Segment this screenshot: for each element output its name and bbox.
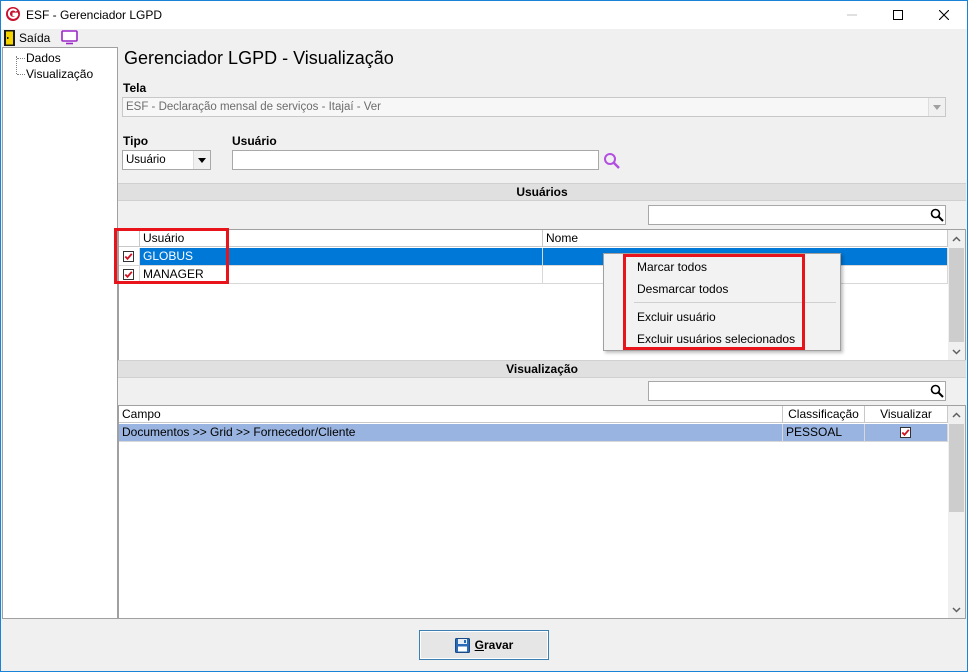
- chevron-up-icon: [952, 235, 961, 242]
- tela-value: ESF - Declaração mensal de serviços - It…: [126, 101, 382, 113]
- scroll-up-button[interactable]: [948, 406, 965, 423]
- menu-item-marcar-todos[interactable]: Marcar todos: [637, 260, 707, 274]
- row-check-cell[interactable]: [119, 248, 140, 266]
- view-filter-input[interactable]: [648, 381, 946, 401]
- cell-usuario: MANAGER: [140, 266, 543, 284]
- tree-item-dados[interactable]: Dados: [26, 51, 61, 65]
- scroll-up-button[interactable]: [948, 230, 965, 247]
- door-exit-icon: [4, 30, 15, 46]
- scroll-down-button[interactable]: [948, 601, 965, 618]
- menu-separator: [634, 302, 836, 303]
- chevron-down-icon: [952, 348, 961, 355]
- users-filter-input[interactable]: [648, 205, 946, 225]
- tela-combobox[interactable]: ESF - Declaração mensal de serviços - It…: [122, 97, 946, 117]
- menu-item-desmarcar-todos[interactable]: Desmarcar todos: [637, 282, 728, 296]
- cell-visualizar[interactable]: [865, 424, 948, 442]
- chevron-up-icon: [952, 411, 961, 418]
- minimize-icon: [847, 14, 857, 16]
- view-grid-header: Campo Classificação Visualizar: [119, 406, 948, 423]
- column-header-classificacao[interactable]: Classificação: [783, 406, 865, 423]
- dropdown-arrow[interactable]: [928, 98, 945, 116]
- view-section-header: Visualização: [118, 360, 966, 378]
- tree-item-visualizacao[interactable]: Visualização: [26, 67, 93, 81]
- column-header-campo[interactable]: Campo: [119, 406, 783, 423]
- table-row[interactable]: Documentos >> Grid >> Fornecedor/Cliente…: [119, 424, 948, 442]
- save-button[interactable]: Gravar: [419, 630, 549, 660]
- usuario-input[interactable]: [232, 150, 599, 170]
- menu-bar: Saída: [1, 29, 967, 47]
- exit-label: Saída: [19, 31, 51, 45]
- checkbox-checked-icon[interactable]: [123, 269, 134, 280]
- view-filter-search-button[interactable]: [927, 381, 947, 401]
- close-icon: [939, 10, 949, 20]
- dropdown-arrow[interactable]: [193, 151, 210, 169]
- column-header-nome[interactable]: Nome: [543, 230, 948, 247]
- tipo-value: Usuário: [126, 154, 166, 166]
- chevron-down-icon: [198, 157, 206, 163]
- cell-classificacao: PESSOAL: [783, 424, 865, 442]
- scroll-thumb[interactable]: [949, 424, 964, 512]
- column-header-visualizar[interactable]: Visualizar: [865, 406, 948, 423]
- users-section-header: Usuários: [118, 183, 966, 201]
- checkbox-checked-icon[interactable]: [123, 251, 134, 262]
- row-check-cell[interactable]: [119, 266, 140, 284]
- users-grid-scrollbar[interactable]: [948, 230, 965, 360]
- users-grid-header: Usuário Nome: [119, 230, 948, 247]
- chevron-down-icon: [952, 606, 961, 613]
- tipo-label: Tipo: [123, 134, 149, 148]
- save-button-rest: ravar: [483, 638, 514, 652]
- search-icon: [604, 153, 620, 169]
- scroll-down-button[interactable]: [948, 343, 965, 360]
- minimize-button[interactable]: [829, 1, 875, 29]
- window-title: ESF - Gerenciador LGPD: [26, 8, 163, 22]
- save-button-accel: G: [474, 638, 484, 652]
- column-header-usuario[interactable]: Usuário: [140, 230, 543, 247]
- title-bar: ESF - Gerenciador LGPD: [1, 1, 967, 29]
- cell-campo: Documentos >> Grid >> Fornecedor/Cliente: [119, 424, 783, 442]
- cell-usuario: GLOBUS: [140, 248, 543, 266]
- close-button[interactable]: [921, 1, 967, 29]
- tree-connector: [17, 58, 25, 59]
- tree-connector: [17, 74, 25, 75]
- usuario-search-button[interactable]: [602, 151, 622, 171]
- search-icon: [930, 384, 944, 398]
- view-grid[interactable]: Campo Classificação Visualizar Documento…: [118, 405, 966, 619]
- search-icon: [930, 208, 944, 222]
- exit-menu-item[interactable]: Saída: [4, 30, 50, 46]
- view-grid-scrollbar[interactable]: [948, 406, 965, 618]
- floppy-disk-icon: [454, 637, 470, 653]
- maximize-button[interactable]: [875, 1, 921, 29]
- menu-item-excluir-selecionados[interactable]: Excluir usuários selecionados: [637, 332, 795, 346]
- app-window: ESF - Gerenciador LGPD Saída Dados Visua…: [0, 0, 968, 672]
- monitor-icon[interactable]: [61, 30, 78, 45]
- checkbox-checked-icon[interactable]: [900, 427, 911, 438]
- navigation-tree: Dados Visualização: [2, 47, 118, 619]
- tipo-combobox[interactable]: Usuário: [122, 150, 211, 170]
- tela-label: Tela: [123, 81, 147, 95]
- chevron-down-icon: [933, 104, 941, 110]
- maximize-icon: [893, 10, 903, 20]
- menu-item-excluir-usuario[interactable]: Excluir usuário: [637, 310, 716, 324]
- context-menu: Marcar todos Desmarcar todos Excluir usu…: [603, 253, 841, 351]
- scroll-thumb[interactable]: [949, 248, 964, 342]
- page-title: Gerenciador LGPD - Visualização: [124, 48, 394, 68]
- app-logo-icon: [6, 7, 20, 21]
- save-button-label: Gravar: [475, 638, 514, 652]
- check-column-header[interactable]: [119, 230, 140, 247]
- users-filter-search-button[interactable]: [927, 205, 947, 225]
- usuario-label: Usuário: [232, 134, 277, 148]
